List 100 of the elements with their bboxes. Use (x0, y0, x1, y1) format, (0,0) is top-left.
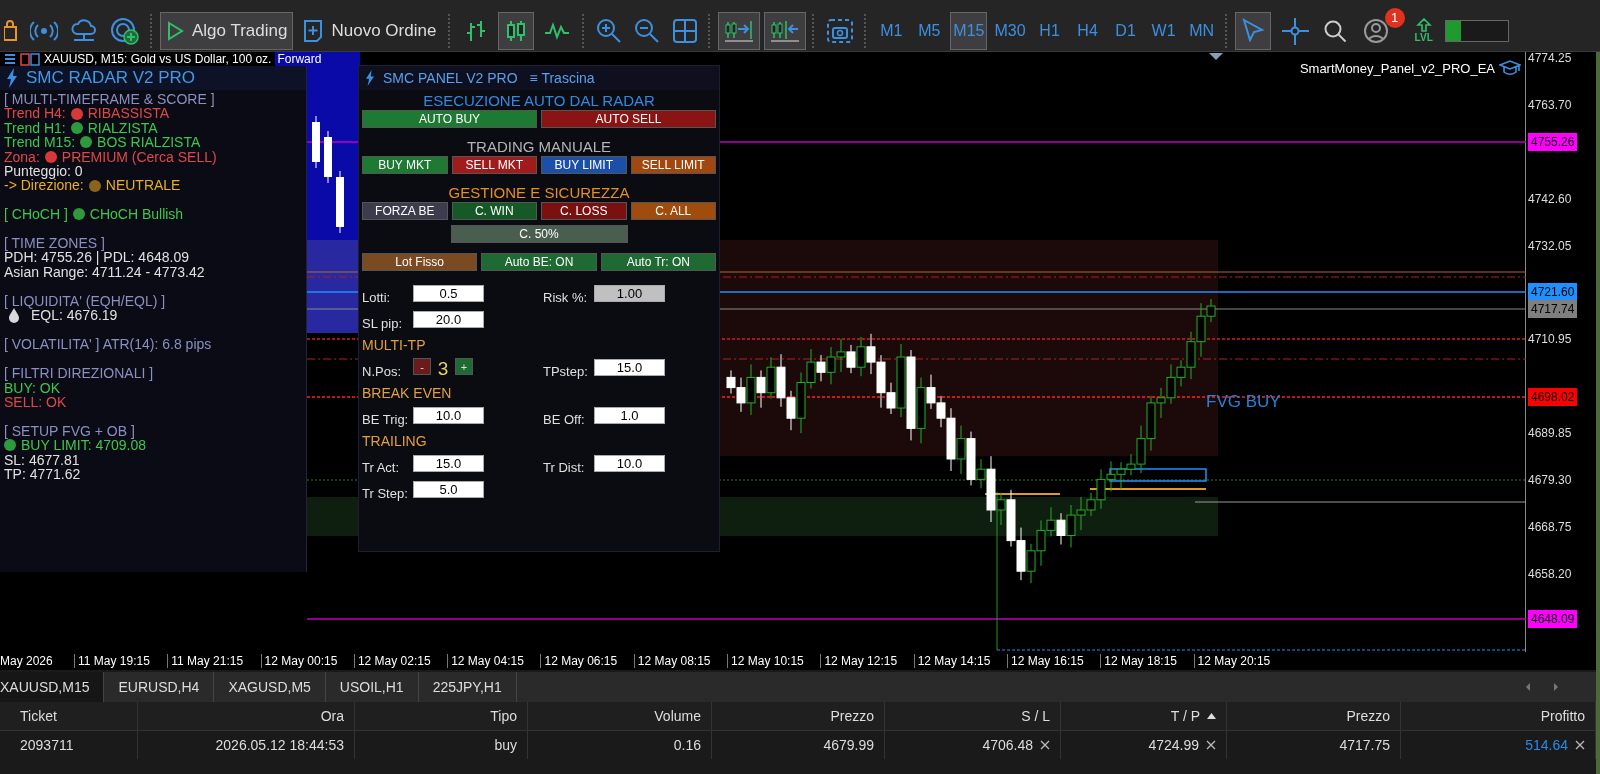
chart-shift-button[interactable] (764, 11, 807, 50)
panel-title-bar[interactable]: SMC PANEL V2 PRO ≡ Trascina (359, 66, 719, 90)
timeframe-button[interactable]: M5 (912, 11, 947, 50)
section-heading: ESECUZIONE AUTO DAL RADAR (422, 92, 656, 110)
toggle-button[interactable]: Auto Tr: ON (600, 253, 716, 271)
column-header[interactable]: Volume (528, 702, 712, 730)
auto-scroll-icon (724, 18, 755, 43)
input-field[interactable]: 10.0 (413, 407, 484, 424)
input-field[interactable]: 15.0 (413, 455, 484, 472)
scroll-right-icon[interactable] (1552, 682, 1560, 692)
field-label: Tr Step: (362, 486, 409, 501)
toggle-button[interactable]: Lot Fisso (362, 253, 478, 271)
time-label: 12 May 00:15 (260, 654, 354, 668)
column-header[interactable]: Prezzo (1227, 702, 1401, 730)
action-button[interactable]: C. ALL (630, 202, 716, 220)
input-field[interactable]: 5.0 (413, 481, 484, 498)
candle (324, 130, 332, 184)
auto-scroll-button[interactable] (718, 11, 761, 50)
time-label: 12 May 04:15 (447, 654, 541, 668)
action-button[interactable]: BUY LIMIT (541, 156, 627, 174)
action-button[interactable]: C. 50% (450, 225, 628, 243)
action-button[interactable]: SELL LIMIT (630, 156, 716, 174)
drag-handle[interactable]: ≡ Trascina (529, 70, 595, 86)
candle (856, 336, 866, 377)
input-field[interactable]: 0.5 (413, 285, 484, 302)
new-order-button[interactable]: Nuovo Ordine (297, 11, 443, 50)
cursor-button[interactable] (1234, 11, 1271, 50)
section-heading: [ LIQUIDITA' (EQH/EQL) ] (4, 293, 167, 309)
timeframe-button[interactable]: D1 (1108, 11, 1143, 50)
price-label: 4679.30 (1527, 472, 1572, 488)
column-header[interactable]: Tipo (355, 702, 528, 730)
action-button[interactable]: AUTO SELL (541, 110, 716, 128)
close-icon[interactable] (1575, 740, 1585, 750)
price-label: 4710.95 (1527, 331, 1572, 348)
price-label: 4732.05 (1527, 237, 1572, 254)
symbol-icon[interactable] (20, 52, 40, 66)
lightning-icon (365, 70, 375, 86)
panel-title-bar[interactable]: SMC RADAR V2 PRO (0, 66, 306, 90)
price-label: 4763.70 (1527, 96, 1572, 113)
radar-plus-icon[interactable] (110, 16, 140, 45)
user-icon[interactable] (1362, 17, 1389, 44)
toggle-button[interactable]: Auto BE: ON (481, 253, 597, 271)
input-field[interactable]: 1.0 (594, 407, 665, 424)
zoom-out-icon[interactable] (634, 17, 661, 44)
table-cell: 4717.75 (1339, 737, 1390, 753)
time-label: 12 May 10:15 (727, 654, 821, 668)
column-header[interactable]: S / L (885, 702, 1061, 730)
info-text: Punteggio: 0 (4, 164, 83, 179)
algo-trading-button[interactable]: Algo Trading (160, 11, 294, 50)
broadcast-icon[interactable] (30, 19, 58, 42)
field-label: Risk %: (543, 290, 589, 305)
scroll-left-icon[interactable] (1524, 682, 1532, 692)
candle (1116, 461, 1126, 490)
cloud-icon[interactable] (70, 18, 98, 43)
timeframe-button[interactable]: MN (1184, 11, 1219, 50)
timeframe-button[interactable]: H1 (1032, 11, 1067, 50)
status-value: CHoCH Bullish (89, 207, 184, 222)
price-label: 4774.25 (1527, 50, 1572, 66)
column-header[interactable]: Ora (138, 702, 355, 730)
column-header[interactable]: Prezzo (712, 702, 885, 730)
action-button[interactable]: C. LOSS (541, 202, 627, 220)
timeframe-button[interactable]: M30 (991, 11, 1029, 50)
time-label: 12 May 12:15 (820, 654, 914, 668)
screenshot-icon[interactable] (826, 17, 855, 44)
droplet-icon (8, 308, 20, 324)
candle (776, 353, 786, 408)
candlestick-button[interactable] (498, 11, 535, 50)
action-button[interactable]: C. WIN (451, 202, 537, 220)
column-header[interactable]: Ticket (0, 702, 138, 730)
price-label: 4689.85 (1527, 425, 1572, 442)
section-heading: [ SETUP FVG + OB ] (4, 423, 136, 439)
column-header[interactable]: T / P (1061, 702, 1227, 730)
stepper-value: 3 (436, 359, 450, 379)
chart-tab[interactable]: XAUUSD,M15 (0, 672, 105, 702)
close-icon[interactable] (1206, 740, 1216, 750)
info-text: TP: 4771.62 (4, 467, 81, 482)
time-label: 11 May 21:15 (167, 654, 261, 668)
list-icon[interactable] (4, 53, 16, 65)
action-button[interactable]: SELL MKT (451, 156, 537, 174)
action-button[interactable]: BUY MKT (362, 156, 448, 174)
table-cell: 4679.99 (823, 737, 874, 753)
input-field[interactable]: 20.0 (413, 311, 484, 328)
search-icon[interactable] (1322, 18, 1347, 43)
zoom-in-icon[interactable] (596, 17, 623, 44)
timeframe-button[interactable]: M1 (874, 11, 909, 50)
increment-button[interactable]: + (455, 358, 473, 375)
grid-icon[interactable] (672, 17, 699, 44)
shopping-bag-icon[interactable] (4, 19, 18, 42)
decrement-button[interactable]: - (413, 358, 431, 375)
input-field[interactable]: 10.0 (594, 455, 665, 472)
action-button[interactable]: FORZA BE (362, 202, 448, 220)
timeframe-button[interactable]: H4 (1070, 11, 1105, 50)
table-cell: 4724.99 (1148, 737, 1199, 753)
timeframe-button[interactable]: W1 (1146, 11, 1181, 50)
close-icon[interactable] (1040, 740, 1050, 750)
section-heading: GESTIONE E SICUREZZA (447, 184, 631, 202)
input-field[interactable]: 15.0 (594, 359, 665, 376)
time-label: May 2026 (0, 654, 54, 668)
action-button[interactable]: AUTO BUY (362, 110, 537, 128)
info-text: PDH: 4755.26 | PDL: 4648.09 (4, 250, 189, 265)
